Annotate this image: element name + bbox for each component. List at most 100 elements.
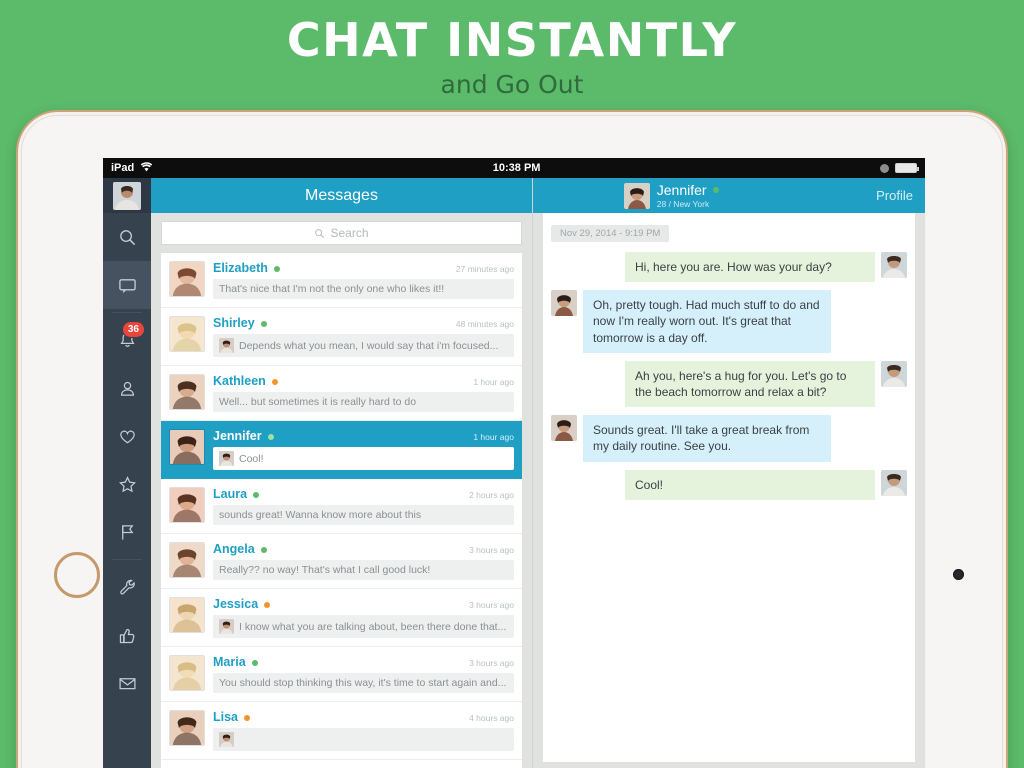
front-camera xyxy=(953,569,964,580)
status-clock: 10:38 PM xyxy=(492,162,541,174)
conversation-header: Kathleen 1 hour ago xyxy=(213,374,514,388)
conversation-name: Shirley xyxy=(213,316,255,330)
conversation-name: Jessica xyxy=(213,597,259,611)
chat-bubble-row: Sounds great. I'll take a great break fr… xyxy=(551,415,907,462)
sidebar-item-notifications[interactable]: 36 xyxy=(103,316,151,364)
envelope-icon xyxy=(118,677,136,689)
sidebar-item-likes[interactable] xyxy=(103,611,151,659)
conversation-row[interactable]: Jennifer 1 hour ago Cool! xyxy=(161,421,522,479)
rotation-lock-icon xyxy=(880,163,889,173)
battery-icon xyxy=(895,163,919,173)
messages-title: Messages xyxy=(151,178,532,213)
status-dot-online xyxy=(712,187,719,193)
conversation-body: Lisa 4 hours ago xyxy=(213,710,514,751)
conversation-body: Jennifer 1 hour ago Cool! xyxy=(213,429,514,470)
sidebar-item-mail[interactable] xyxy=(103,659,151,707)
notification-badge: 36 xyxy=(121,321,145,338)
avatar xyxy=(169,710,205,746)
conversation-row[interactable]: Maria 3 hours ago You should stop thinking… xyxy=(161,647,522,702)
chat-bubbles: Hi, here you are. How was your day? Oh, p… xyxy=(551,252,907,500)
conversation-row[interactable]: Angela 3 hours ago Really?? no way! That's… xyxy=(161,534,522,589)
conversation-header: Jennifer 1 hour ago xyxy=(213,429,514,443)
wifi-icon xyxy=(140,161,153,175)
chat-datestamp: Nov 29, 2014 - 9:19 PM xyxy=(551,225,670,242)
profile-link[interactable]: Profile xyxy=(876,188,913,203)
chat-bubble-text: Cool! xyxy=(625,469,875,500)
conversation-list[interactable]: Elizabeth 27 minutes ago That's nice that … xyxy=(161,253,522,768)
chat-bubble-text: Ah you, here's a hug for you. Let's go t… xyxy=(625,360,875,408)
avatar xyxy=(881,469,907,496)
sidebar-item-people[interactable] xyxy=(103,364,151,412)
app-container: 36 Messages Search Elizabeth 27 minutes … xyxy=(103,178,925,768)
conversation-header: Angela 3 hours ago xyxy=(213,542,514,556)
home-button[interactable] xyxy=(54,552,100,598)
avatar xyxy=(219,619,234,634)
conversation-name: Laura xyxy=(213,487,248,501)
chat-peer-info[interactable]: Jennifer 28 / New York xyxy=(623,182,719,209)
avatar xyxy=(169,316,205,352)
avatar xyxy=(623,182,650,209)
sidebar-user-avatar[interactable] xyxy=(103,178,151,213)
avatar xyxy=(219,338,234,353)
chat-bubble-row: Ah you, here's a hug for you. Let's go t… xyxy=(551,360,907,408)
conversation-snippet-text: That's nice that I'm not the only one wh… xyxy=(219,283,445,295)
conversation-row[interactable]: Elizabeth 27 minutes ago That's nice that … xyxy=(161,253,522,308)
conversation-header: Laura 2 hours ago xyxy=(213,487,514,501)
sidebar-item-settings[interactable] xyxy=(103,563,151,611)
avatar xyxy=(169,429,205,465)
avatar xyxy=(169,542,205,578)
sidebar-item-search[interactable] xyxy=(103,213,151,261)
conversation-snippet: That's nice that I'm not the only one wh… xyxy=(213,279,514,299)
chat-bubble-text: Oh, pretty tough. Had much stuff to do a… xyxy=(583,290,831,353)
promo-title: CHAT INSTANTLY xyxy=(286,13,738,67)
chat-message-scroll[interactable]: Nov 29, 2014 - 9:19 PM Hi, here you are.… xyxy=(543,213,915,762)
star-icon xyxy=(118,475,136,492)
rail-divider-2 xyxy=(112,559,142,560)
messages-panel: Messages Search Elizabeth 27 minutes ago T… xyxy=(151,178,533,768)
conversation-row[interactable]: Laura 2 hours ago sounds great! Wanna know… xyxy=(161,479,522,534)
person-icon xyxy=(120,381,134,396)
conversation-name: Elizabeth xyxy=(213,261,268,275)
ipad-screen: iPad 10:38 PM 36 Messages Search Elizabe… xyxy=(103,158,925,768)
conversation-body: Elizabeth 27 minutes ago That's nice that … xyxy=(213,261,514,299)
search-input[interactable]: Search xyxy=(161,221,522,245)
conversation-body: Maria 3 hours ago You should stop thinking… xyxy=(213,655,514,693)
chat-peer-meta: 28 / New York xyxy=(656,199,710,209)
ipad-device: iPad 10:38 PM 36 Messages Search Elizabe… xyxy=(18,112,1006,768)
chat-bubble-icon xyxy=(118,278,136,293)
status-dot-online xyxy=(253,492,260,498)
ios-status-bar: iPad 10:38 PM xyxy=(103,158,925,178)
message-composer: Type your message here Send xyxy=(533,762,925,768)
sidebar-item-bookmarks[interactable] xyxy=(103,508,151,556)
conversation-timestamp: 3 hours ago xyxy=(469,545,514,555)
sidebar-item-starred[interactable] xyxy=(103,460,151,508)
avatar xyxy=(169,261,205,297)
search-container: Search xyxy=(151,213,532,253)
chat-bubble-text: Hi, here you are. How was your day? xyxy=(625,252,875,283)
promo-header: CHAT INSTANTLY and Go Out xyxy=(0,0,1024,100)
wrench-icon xyxy=(119,579,135,594)
avatar xyxy=(551,415,577,442)
conversation-body: Kathleen 1 hour ago Well... but sometimes … xyxy=(213,374,514,412)
conversation-header: Elizabeth 27 minutes ago xyxy=(213,261,514,275)
conversation-row[interactable]: Lisa 4 hours ago xyxy=(161,702,522,760)
avatar xyxy=(169,374,205,410)
conversation-snippet: Depends what you mean, I would say that … xyxy=(213,334,514,357)
conversation-snippet-text: Cool! xyxy=(239,452,264,465)
conversation-header: Maria 3 hours ago xyxy=(213,655,514,669)
chat-header: Jennifer 28 / New York Profile xyxy=(533,178,925,213)
conversation-header: Shirley 48 minutes ago xyxy=(213,316,514,330)
conversation-name: Angela xyxy=(213,542,255,556)
conversation-snippet-text: Well... but sometimes it is really hard … xyxy=(219,396,417,408)
search-icon xyxy=(119,229,135,245)
conversation-row[interactable]: Shirley 48 minutes ago Depends what you me… xyxy=(161,308,522,366)
conversation-snippet-text: Really?? no way! That's what I call good… xyxy=(219,564,431,576)
conversation-snippet-text: I know what you are talking about, been … xyxy=(239,620,507,633)
conversation-row[interactable]: Kathleen 1 hour ago Well... but sometimes … xyxy=(161,366,522,421)
search-icon xyxy=(315,228,325,238)
sidebar-item-messages[interactable] xyxy=(103,261,151,309)
conversation-row[interactable]: Jessica 3 hours ago I know what you are ta… xyxy=(161,589,522,647)
sidebar-item-favorites[interactable] xyxy=(103,412,151,460)
avatar xyxy=(219,732,234,747)
conversation-name: Lisa xyxy=(213,710,239,724)
